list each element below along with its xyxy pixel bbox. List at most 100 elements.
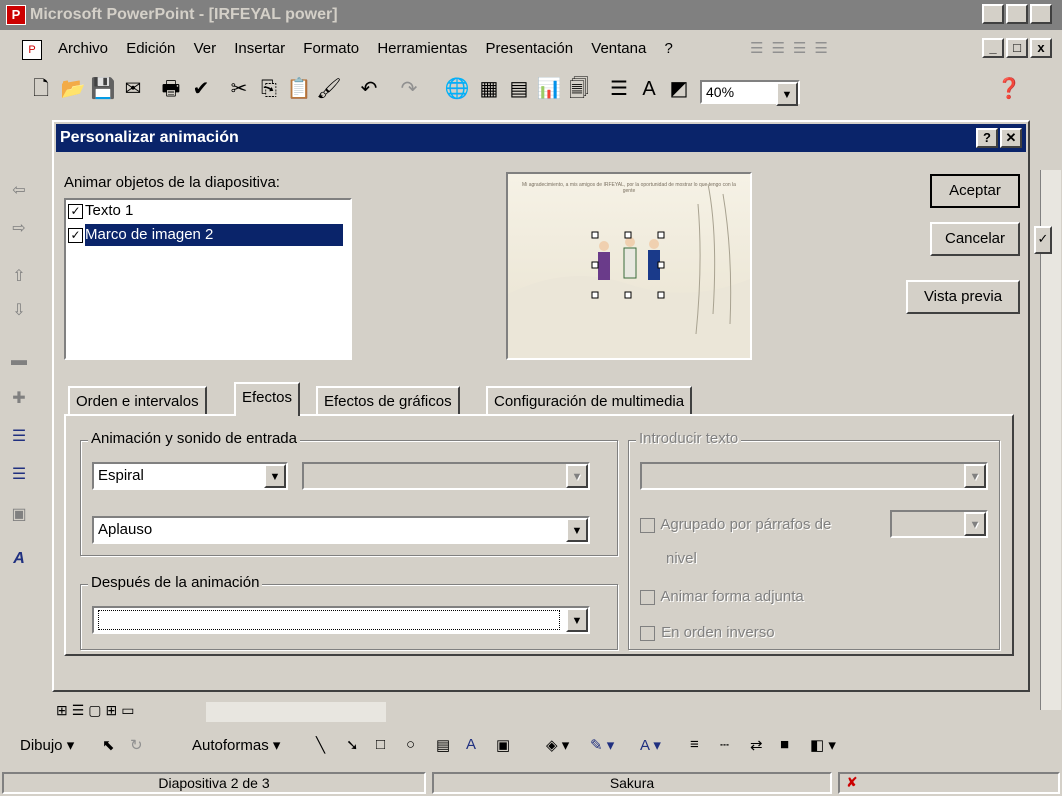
rectangle-icon[interactable]: □ <box>376 736 385 753</box>
menu-herramientas[interactable]: Herramientas <box>377 32 467 66</box>
align-icons[interactable]: ☰☰☰☰ <box>750 32 836 66</box>
tab-efectos-graficos[interactable]: Efectos de gráficos <box>316 386 460 416</box>
checkbox-checked-icon[interactable]: ✓ <box>68 227 83 243</box>
3d-icon[interactable]: ◧ ▾ <box>810 736 836 754</box>
close-button[interactable]: x <box>1030 4 1052 24</box>
promote-icon[interactable]: ⇦ <box>6 180 32 206</box>
introduce-text-select[interactable]: ▼ <box>640 462 988 490</box>
menu-formato[interactable]: Formato <box>303 32 359 66</box>
chevron-down-icon[interactable]: ▼ <box>566 608 588 632</box>
checkbox-icon[interactable] <box>640 625 655 641</box>
dialog-close-button[interactable]: ✕ <box>1000 128 1022 148</box>
spelling-icon[interactable]: ✔ <box>188 76 214 102</box>
chevron-down-icon[interactable]: ▼ <box>776 82 798 106</box>
chevron-down-icon[interactable]: ▼ <box>964 512 986 536</box>
chevron-down-icon[interactable]: ▼ <box>566 518 588 542</box>
collapse-all-icon[interactable]: ☰ <box>6 426 32 452</box>
paste-icon[interactable]: 📋 <box>286 76 312 102</box>
fill-color-icon[interactable]: ◈ ▾ <box>546 736 569 754</box>
doc-maximize-button[interactable]: □ <box>1006 38 1028 58</box>
effect-select[interactable]: Espiral ▼ <box>92 462 288 490</box>
horizontal-scrollbar[interactable] <box>206 702 386 722</box>
zoom-combo[interactable]: 40% ▼ <box>700 80 800 106</box>
move-up-icon[interactable]: ⇧ <box>6 266 32 292</box>
checkbox-icon[interactable] <box>640 517 655 533</box>
tab-efectos[interactable]: Efectos <box>234 382 301 416</box>
wordart-icon[interactable]: A <box>466 736 476 753</box>
arrow-style-icon[interactable]: ⇄ <box>750 736 763 754</box>
cut-icon[interactable]: ✂ <box>226 76 252 102</box>
minimize-button[interactable]: _ <box>982 4 1004 24</box>
help-icon[interactable]: ❓ <box>996 76 1022 102</box>
autoshapes-menu[interactable]: Autoformas ▾ <box>192 736 280 754</box>
dialog-help-button[interactable]: ? <box>976 128 998 148</box>
insert-chart-icon[interactable]: 📊 <box>536 76 562 102</box>
preview-button[interactable]: Vista previa <box>906 280 1020 314</box>
paragraph-level-select[interactable]: ▼ <box>890 510 988 538</box>
menu-archivo[interactable]: Archivo <box>58 32 108 66</box>
new-icon[interactable]: 🗋 <box>28 76 54 102</box>
line-icon[interactable]: ╲ <box>316 736 325 754</box>
email-icon[interactable]: ✉ <box>120 76 146 102</box>
insert-table-icon[interactable]: ▤ <box>506 76 532 102</box>
tab-orden-intervalos[interactable]: Orden e intervalos <box>68 386 207 416</box>
free-rotate-icon[interactable]: ↻ <box>130 736 143 754</box>
doc-close-button[interactable]: x <box>1030 38 1052 58</box>
view-buttons-icon[interactable]: ⊞☰▢⊞▭ <box>56 702 138 719</box>
objects-list[interactable]: ✓ Texto 1 ✓ Marco de imagen 2 <box>64 198 352 360</box>
chevron-down-icon[interactable]: ▼ <box>964 464 986 488</box>
checkbox-icon[interactable] <box>640 589 655 605</box>
after-animation-select[interactable]: ▼ <box>92 606 590 634</box>
slide-check-button[interactable]: ✓ <box>1034 226 1052 254</box>
format-painter-icon[interactable]: 🖌 <box>316 76 342 102</box>
checkbox-checked-icon[interactable]: ✓ <box>68 203 83 219</box>
arrow-icon[interactable]: ➘ <box>346 736 359 754</box>
chevron-down-icon[interactable]: ▼ <box>566 464 588 488</box>
hyperlink-icon[interactable]: 🌐 <box>444 76 470 102</box>
direction-select[interactable]: ▼ <box>302 462 590 490</box>
show-format-icon[interactable]: A <box>6 550 32 576</box>
font-color-icon[interactable]: A ▾ <box>640 736 661 754</box>
grouped-paragraphs-option[interactable]: Agrupado por párrafos de <box>640 516 831 533</box>
line-style-icon[interactable]: ≡ <box>690 736 699 753</box>
show-formatting-icon[interactable]: A <box>636 76 662 102</box>
tables-borders-icon[interactable]: ▦ <box>476 76 502 102</box>
doc-minimize-button[interactable]: _ <box>982 38 1004 58</box>
expand-icon[interactable]: ✚ <box>6 388 32 414</box>
select-objects-icon[interactable]: ⬉ <box>102 736 115 754</box>
print-icon[interactable]: 🖶 <box>158 76 184 102</box>
ok-button[interactable]: Aceptar <box>930 174 1020 208</box>
draw-menu[interactable]: Dibujo ▾ <box>20 736 74 754</box>
summary-slide-icon[interactable]: ▣ <box>6 504 32 530</box>
menu-presentacion[interactable]: Presentación <box>486 32 574 66</box>
collapse-icon[interactable]: ▬ <box>6 352 32 378</box>
undo-icon[interactable]: ↶ <box>356 76 382 102</box>
animate-shape-option[interactable]: Animar forma adjunta <box>640 588 804 605</box>
open-icon[interactable]: 📂 <box>60 76 86 102</box>
demote-icon[interactable]: ⇨ <box>6 218 32 244</box>
move-down-icon[interactable]: ⇩ <box>6 300 32 326</box>
cancel-button[interactable]: Cancelar <box>930 222 1020 256</box>
menu-ver[interactable]: Ver <box>194 32 217 66</box>
expand-all-icon[interactable]: ☰ <box>606 76 632 102</box>
oval-icon[interactable]: ○ <box>406 736 415 753</box>
shadow-icon[interactable]: ■ <box>780 736 789 753</box>
expand-all-icon[interactable]: ☰ <box>6 464 32 490</box>
tab-configuracion-multimedia[interactable]: Configuración de multimedia <box>486 386 693 416</box>
menu-ventana[interactable]: Ventana <box>591 32 646 66</box>
grayscale-icon[interactable]: ◩ <box>666 76 692 102</box>
menu-help[interactable]: ? <box>665 32 673 66</box>
list-item[interactable]: ✓ Marco de imagen 2 <box>66 224 350 248</box>
menu-edicion[interactable]: Edición <box>126 32 175 66</box>
textbox-icon[interactable]: ▤ <box>436 736 450 754</box>
clipart-icon[interactable]: ▣ <box>496 736 510 754</box>
maximize-button[interactable]: □ <box>1006 4 1028 24</box>
menu-insertar[interactable]: Insertar <box>234 32 285 66</box>
dash-style-icon[interactable]: ┄ <box>720 736 729 754</box>
reverse-order-option[interactable]: En orden inverso <box>640 624 775 641</box>
chevron-down-icon[interactable]: ▼ <box>264 464 286 488</box>
save-icon[interactable]: 💾 <box>90 76 116 102</box>
new-slide-icon[interactable]: 🗐 <box>566 76 592 102</box>
line-color-icon[interactable]: ✎ ▾ <box>590 736 614 754</box>
sound-select[interactable]: Aplauso ▼ <box>92 516 590 544</box>
